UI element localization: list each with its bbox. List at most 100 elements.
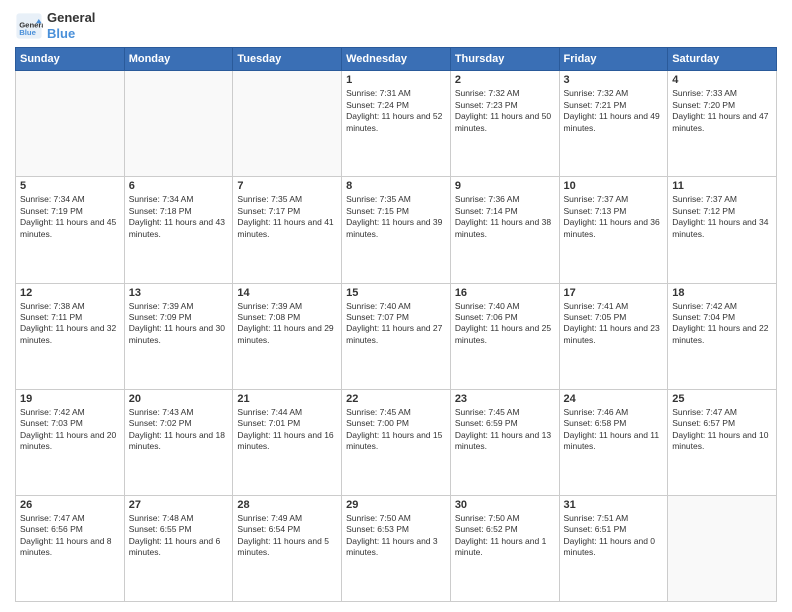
- calendar-header-row: SundayMondayTuesdayWednesdayThursdayFrid…: [16, 48, 777, 71]
- calendar-cell: 8Sunrise: 7:35 AM Sunset: 7:15 PM Daylig…: [342, 177, 451, 283]
- day-info: Sunrise: 7:45 AM Sunset: 7:00 PM Dayligh…: [346, 407, 446, 453]
- calendar-cell: [233, 71, 342, 177]
- calendar-week-row: 5 Sunrise: 7:34 AM Sunset: 7:19 PM Daylig…: [16, 177, 777, 283]
- day-info: Sunrise: 7:48 AM Sunset: 6:55 PM Dayligh…: [129, 513, 229, 559]
- day-info: Sunrise: 7:38 AM Sunset: 7:11 PM Dayligh…: [20, 301, 120, 347]
- day-info: Sunrise: 7:37 AM Sunset: 7:13 PM Dayligh…: [564, 194, 664, 240]
- day-number: 5: [20, 180, 120, 192]
- page: General Blue General Blue SundayMondayTu…: [0, 0, 792, 612]
- day-number: 22: [346, 393, 446, 405]
- day-number: 31: [564, 499, 664, 511]
- calendar-cell: 9 Sunrise: 7:36 AM Sunset: 7:14 PM Daylig…: [450, 177, 559, 283]
- calendar-cell: 19 Sunrise: 7:42 AM Sunset: 7:03 PM Dayli…: [16, 389, 125, 495]
- calendar-cell: 4 Sunrise: 7:33 AM Sunset: 7:20 PM Daylig…: [668, 71, 777, 177]
- day-info: Sunrise: 7:42 AM Sunset: 7:03 PM Dayligh…: [20, 407, 120, 453]
- day-number: 10: [564, 180, 664, 192]
- day-number: 9: [455, 180, 555, 192]
- day-number: 23: [455, 393, 555, 405]
- day-number: 29: [346, 499, 446, 511]
- day-info: Sunrise: 7:51 AM Sunset: 6:51 PM Dayligh…: [564, 513, 664, 559]
- col-header-tuesday: Tuesday: [233, 48, 342, 71]
- day-number: 2: [455, 74, 555, 86]
- svg-text:Blue: Blue: [19, 28, 36, 37]
- day-number: 30: [455, 499, 555, 511]
- col-header-sunday: Sunday: [16, 48, 125, 71]
- calendar-cell: 12 Sunrise: 7:38 AM Sunset: 7:11 PM Dayli…: [16, 283, 125, 389]
- col-header-monday: Monday: [124, 48, 233, 71]
- day-info: Sunrise: 7:36 AM Sunset: 7:14 PM Dayligh…: [455, 194, 555, 240]
- day-info: Sunrise: 7:34 AM Sunset: 7:19 PM Dayligh…: [20, 194, 120, 240]
- day-info: Sunrise: 7:35 AM Sunset: 7:15 PM Dayligh…: [346, 194, 446, 240]
- day-number: 4: [672, 74, 772, 86]
- calendar-cell: 3 Sunrise: 7:32 AM Sunset: 7:21 PM Daylig…: [559, 71, 668, 177]
- logo-general: General: [47, 10, 95, 26]
- day-info: Sunrise: 7:47 AM Sunset: 6:56 PM Dayligh…: [20, 513, 120, 559]
- day-info: Sunrise: 7:42 AM Sunset: 7:04 PM Dayligh…: [672, 301, 772, 347]
- day-number: 13: [129, 287, 229, 299]
- day-number: 17: [564, 287, 664, 299]
- logo-blue: Blue: [47, 26, 95, 42]
- day-info: Sunrise: 7:39 AM Sunset: 7:09 PM Dayligh…: [129, 301, 229, 347]
- calendar-cell: 28 Sunrise: 7:49 AM Sunset: 6:54 PM Dayli…: [233, 495, 342, 601]
- col-header-wednesday: Wednesday: [342, 48, 451, 71]
- day-number: 28: [237, 499, 337, 511]
- day-number: 3: [564, 74, 664, 86]
- calendar-cell: 26 Sunrise: 7:47 AM Sunset: 6:56 PM Dayli…: [16, 495, 125, 601]
- day-info: Sunrise: 7:50 AM Sunset: 6:53 PM Dayligh…: [346, 513, 446, 559]
- calendar-cell: 10 Sunrise: 7:37 AM Sunset: 7:13 PM Dayli…: [559, 177, 668, 283]
- calendar-week-row: 19 Sunrise: 7:42 AM Sunset: 7:03 PM Dayli…: [16, 389, 777, 495]
- day-number: 27: [129, 499, 229, 511]
- day-info: Sunrise: 7:40 AM Sunset: 7:07 PM Dayligh…: [346, 301, 446, 347]
- calendar-cell: 27 Sunrise: 7:48 AM Sunset: 6:55 PM Dayli…: [124, 495, 233, 601]
- calendar-cell: [124, 71, 233, 177]
- calendar-cell: 2 Sunrise: 7:32 AM Sunset: 7:23 PM Daylig…: [450, 71, 559, 177]
- day-number: 24: [564, 393, 664, 405]
- day-info: Sunrise: 7:35 AM Sunset: 7:17 PM Dayligh…: [237, 194, 337, 240]
- calendar-cell: 25 Sunrise: 7:47 AM Sunset: 6:57 PM Dayli…: [668, 389, 777, 495]
- day-number: 26: [20, 499, 120, 511]
- calendar-cell: 20Sunrise: 7:43 AM Sunset: 7:02 PM Dayli…: [124, 389, 233, 495]
- calendar-week-row: 1 Sunrise: 7:31 AM Sunset: 7:24 PM Daylig…: [16, 71, 777, 177]
- day-info: Sunrise: 7:40 AM Sunset: 7:06 PM Dayligh…: [455, 301, 555, 347]
- day-number: 18: [672, 287, 772, 299]
- day-info: Sunrise: 7:37 AM Sunset: 7:12 PM Dayligh…: [672, 194, 772, 240]
- calendar-cell: [668, 495, 777, 601]
- day-number: 7: [237, 180, 337, 192]
- day-info: Sunrise: 7:32 AM Sunset: 7:23 PM Dayligh…: [455, 88, 555, 134]
- day-number: 14: [237, 287, 337, 299]
- day-info: Sunrise: 7:44 AM Sunset: 7:01 PM Dayligh…: [237, 407, 337, 453]
- calendar-cell: 31 Sunrise: 7:51 AM Sunset: 6:51 PM Dayli…: [559, 495, 668, 601]
- day-number: 12: [20, 287, 120, 299]
- day-info: Sunrise: 7:41 AM Sunset: 7:05 PM Dayligh…: [564, 301, 664, 347]
- day-info: Sunrise: 7:46 AM Sunset: 6:58 PM Dayligh…: [564, 407, 664, 453]
- day-number: 19: [20, 393, 120, 405]
- calendar-cell: 7 Sunrise: 7:35 AM Sunset: 7:17 PM Daylig…: [233, 177, 342, 283]
- day-info: Sunrise: 7:47 AM Sunset: 6:57 PM Dayligh…: [672, 407, 772, 453]
- day-info: Sunrise: 7:49 AM Sunset: 6:54 PM Dayligh…: [237, 513, 337, 559]
- day-info: Sunrise: 7:43 AM Sunset: 7:02 PM Dayligh…: [129, 407, 229, 453]
- day-info: Sunrise: 7:33 AM Sunset: 7:20 PM Dayligh…: [672, 88, 772, 134]
- calendar-cell: 14Sunrise: 7:39 AM Sunset: 7:08 PM Dayli…: [233, 283, 342, 389]
- calendar-cell: 24 Sunrise: 7:46 AM Sunset: 6:58 PM Dayli…: [559, 389, 668, 495]
- day-number: 21: [237, 393, 337, 405]
- col-header-thursday: Thursday: [450, 48, 559, 71]
- day-number: 15: [346, 287, 446, 299]
- header: General Blue General Blue: [15, 10, 777, 41]
- calendar-cell: 16 Sunrise: 7:40 AM Sunset: 7:06 PM Dayli…: [450, 283, 559, 389]
- day-number: 16: [455, 287, 555, 299]
- day-number: 11: [672, 180, 772, 192]
- logo-icon: General Blue: [15, 12, 43, 40]
- calendar-table: SundayMondayTuesdayWednesdayThursdayFrid…: [15, 47, 777, 602]
- calendar-cell: 30 Sunrise: 7:50 AM Sunset: 6:52 PM Dayli…: [450, 495, 559, 601]
- calendar-cell: [16, 71, 125, 177]
- day-number: 25: [672, 393, 772, 405]
- day-info: Sunrise: 7:50 AM Sunset: 6:52 PM Dayligh…: [455, 513, 555, 559]
- day-info: Sunrise: 7:31 AM Sunset: 7:24 PM Dayligh…: [346, 88, 446, 134]
- calendar-week-row: 26 Sunrise: 7:47 AM Sunset: 6:56 PM Dayli…: [16, 495, 777, 601]
- calendar-cell: 11 Sunrise: 7:37 AM Sunset: 7:12 PM Dayli…: [668, 177, 777, 283]
- logo: General Blue General Blue: [15, 10, 95, 41]
- day-info: Sunrise: 7:34 AM Sunset: 7:18 PM Dayligh…: [129, 194, 229, 240]
- day-number: 1: [346, 74, 446, 86]
- day-info: Sunrise: 7:32 AM Sunset: 7:21 PM Dayligh…: [564, 88, 664, 134]
- calendar-cell: 17 Sunrise: 7:41 AM Sunset: 7:05 PM Dayli…: [559, 283, 668, 389]
